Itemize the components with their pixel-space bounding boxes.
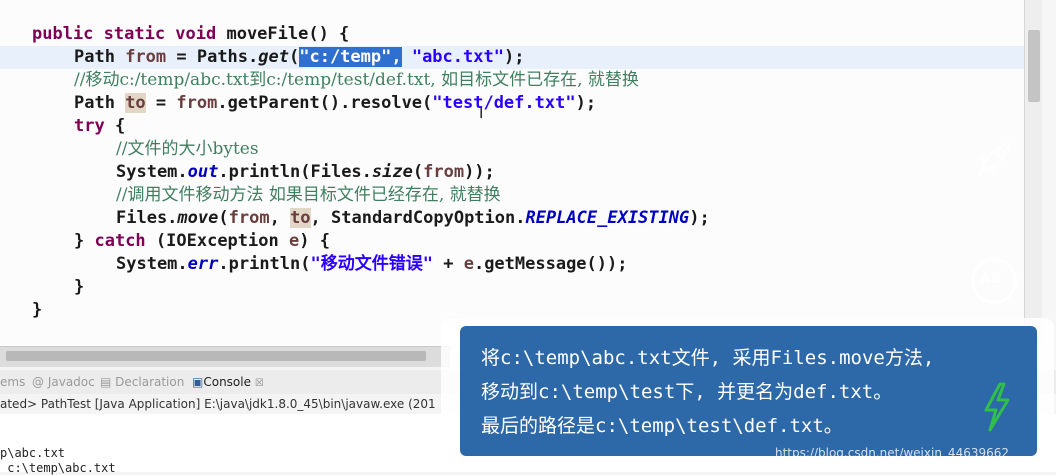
code-text: = xyxy=(145,93,177,113)
variable-from: from xyxy=(176,93,218,113)
rocket-icon[interactable] xyxy=(971,136,1017,182)
subtitle-panel: 将c:\temp\abc.txt文件, 采用Files.move方法, 移动到c… xyxy=(460,326,1037,456)
code-text: , xyxy=(269,208,291,228)
code-line-3: //移动c:/temp/abc.txt到c:/temp/test/def.txt… xyxy=(74,69,639,92)
code-text: Path xyxy=(74,93,126,113)
code-text: (IOException xyxy=(145,231,289,251)
variable-to: to xyxy=(290,208,311,228)
vertical-scrollbar-thumb[interactable] xyxy=(1028,30,1040,102)
subtitle-line-3: 最后的路径是c:\temp\test\def.txt。 xyxy=(481,415,843,437)
string-literal: "test/def.txt" xyxy=(432,93,576,113)
code-text: ) { xyxy=(299,231,330,251)
code-text: } xyxy=(74,277,85,297)
console-line: p\abc.txt xyxy=(0,446,66,460)
code-line-13: } xyxy=(32,299,42,322)
code-line-6: //文件的大小bytes xyxy=(116,138,259,161)
variable-from: from xyxy=(423,162,465,182)
code-text: ( xyxy=(288,47,300,67)
console-icon: ▣ xyxy=(192,375,204,389)
keyword: public static void xyxy=(32,24,217,44)
code-text: = Paths. xyxy=(166,47,259,67)
code-comment: //移动c:/temp/abc.txt到c:/temp/test/def.txt… xyxy=(74,70,639,90)
text-cursor-icon: Ⅰ xyxy=(479,104,484,122)
declaration-icon: ▤ xyxy=(100,375,116,389)
code-editor[interactable]: public static void moveFile() { Path fro… xyxy=(0,0,1024,346)
horizontal-scrollbar-thumb[interactable] xyxy=(6,351,426,361)
selected-text: "c:/temp", xyxy=(299,47,402,67)
code-line-11: System.err.println("移动文件错误" + e.getMessa… xyxy=(116,253,627,276)
code-text: ); xyxy=(575,93,597,113)
code-text: System. xyxy=(116,162,188,182)
code-comment: //调用文件移动方法 如果目标文件已经存在, 就替换 xyxy=(116,185,501,205)
code-text: ); xyxy=(503,47,525,67)
code-line-12: } xyxy=(74,276,84,299)
code-text: System. xyxy=(116,254,188,274)
tab-label: Console xyxy=(203,375,251,389)
code-line-9: Files.move(from, to, StandardCopyOption.… xyxy=(116,207,710,230)
variable-from: from xyxy=(125,47,167,67)
subtitle-card: 将c:\temp\abc.txt文件, 采用Files.move方法, 移动到c… xyxy=(441,318,1054,464)
string-literal: "abc.txt" xyxy=(401,47,504,67)
watermark: https://blog.csdn.net/weixin_44639662 xyxy=(775,446,1010,460)
lightning-icon xyxy=(980,382,1012,436)
field-out: out xyxy=(187,162,219,182)
code-line-10: } catch (IOException e) { xyxy=(74,230,330,253)
code-text: } xyxy=(74,231,95,251)
tab-problems[interactable]: ems xyxy=(0,375,25,389)
variable-e: e xyxy=(463,254,474,274)
code-line-5: try { xyxy=(74,115,125,138)
constant-replace-existing: REPLACE_EXISTING xyxy=(525,208,690,228)
tab-console[interactable]: ▣Console ☒ xyxy=(192,375,264,389)
code-text: ( xyxy=(218,208,229,228)
tab-javadoc[interactable]: @ Javadoc xyxy=(32,375,95,389)
subtitle-line-1: 将c:\temp\abc.txt文件, 采用Files.move方法, xyxy=(481,347,935,369)
method-size: size xyxy=(371,162,413,182)
code-text: Files. xyxy=(116,208,178,228)
close-icon[interactable]: ☒ xyxy=(255,378,264,389)
code-text: { xyxy=(104,116,126,136)
console-line: c:\temp\abc.txt xyxy=(0,461,116,475)
tab-declaration[interactable]: ▤ Declaration xyxy=(100,375,184,389)
code-line-7: System.out.println(Files.size(from)); xyxy=(116,161,495,184)
keyword: catch xyxy=(94,231,146,251)
code-text: .getParent().resolve( xyxy=(217,93,433,113)
javadoc-icon: @ xyxy=(32,375,48,389)
code-text: moveFile() { xyxy=(216,24,350,44)
tab-label: Declaration xyxy=(115,375,185,389)
keyword: try xyxy=(74,116,105,136)
horizontal-scrollbar[interactable] xyxy=(0,346,450,367)
code-comment: //文件的大小bytes xyxy=(116,139,259,159)
code-text: ( xyxy=(412,162,424,182)
code-text: ); xyxy=(689,208,710,228)
method-get: get xyxy=(258,47,289,67)
code-text: )); xyxy=(464,162,495,182)
code-text: .println( xyxy=(218,254,311,274)
code-text: Path xyxy=(74,47,126,67)
code-text: + xyxy=(432,254,464,274)
tab-label: ems xyxy=(0,375,26,389)
tab-label: Javadoc xyxy=(47,375,95,389)
code-text: .println(Files. xyxy=(218,162,372,182)
code-text: , StandardCopyOption. xyxy=(310,208,526,228)
code-text: } xyxy=(32,300,43,320)
translate-icon[interactable]: AB xyxy=(971,258,1017,304)
code-line-8: //调用文件移动方法 如果目标文件已经存在, 就替换 xyxy=(116,184,501,207)
floating-toolbar: AB xyxy=(962,130,1032,310)
field-err: err xyxy=(187,254,219,274)
subtitle-line-2: 移动到c:\temp\test下, 并更名为def.txt。 xyxy=(481,381,893,403)
translate-label: AB xyxy=(980,271,1002,287)
variable-e: e xyxy=(288,231,300,251)
variable-from: from xyxy=(228,208,270,228)
code-line-2: Path from = Paths.get("c:/temp", "abc.tx… xyxy=(74,46,524,69)
method-move: move xyxy=(177,208,219,228)
variable-to: to xyxy=(125,93,146,113)
string-literal: "移动文件错误" xyxy=(310,254,433,274)
code-line-4: Path to = from.getParent().resolve("test… xyxy=(74,92,596,115)
code-line-1: public static void moveFile() { xyxy=(32,23,349,46)
code-text: .getMessage()); xyxy=(473,254,628,274)
